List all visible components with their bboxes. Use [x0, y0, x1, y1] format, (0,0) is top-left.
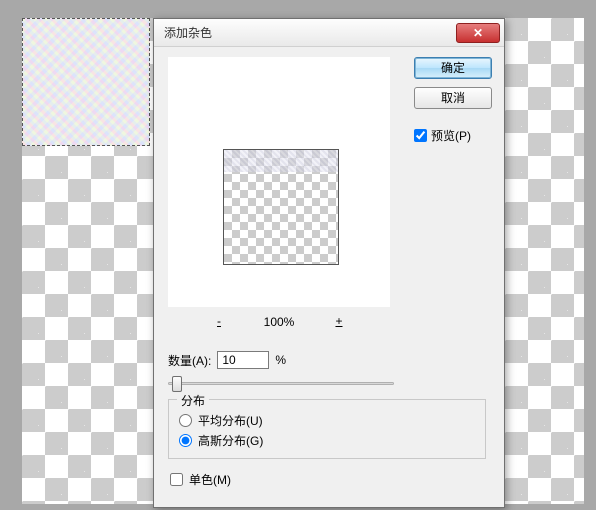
cancel-button[interactable]: 取消 — [414, 87, 492, 109]
preview-thumbnail[interactable] — [223, 149, 339, 265]
preview-checkbox-row[interactable]: 预览(P) — [414, 127, 492, 144]
gaussian-radio-row[interactable]: 高斯分布(G) — [179, 430, 475, 450]
amount-slider[interactable] — [168, 375, 394, 391]
preview-label: 预览(P) — [431, 127, 471, 144]
dialog-body: 确定 取消 预览(P) - 100% + 数量(A): % — [154, 47, 504, 319]
slider-thumb[interactable] — [172, 376, 182, 392]
dialog-titlebar[interactable]: 添加杂色 ✕ — [154, 19, 504, 47]
zoom-controls: - 100% + — [168, 313, 390, 331]
monochromatic-row[interactable]: 单色(M) — [170, 471, 231, 488]
monochromatic-label: 单色(M) — [189, 471, 231, 488]
selection-marquee[interactable] — [22, 18, 150, 146]
uniform-radio[interactable] — [179, 414, 192, 427]
uniform-radio-row[interactable]: 平均分布(U) — [179, 410, 475, 430]
ok-button[interactable]: 确定 — [414, 57, 492, 79]
preview-panel — [168, 57, 390, 307]
zoom-in-button[interactable]: + — [328, 313, 350, 331]
distribution-legend: 分布 — [177, 392, 209, 409]
uniform-label: 平均分布(U) — [198, 412, 263, 429]
add-noise-dialog: 添加杂色 ✕ 确定 取消 预览(P) - 100% + — [153, 18, 505, 508]
gaussian-radio[interactable] — [179, 434, 192, 447]
distribution-fieldset: 分布 平均分布(U) 高斯分布(G) — [168, 399, 486, 459]
dialog-title: 添加杂色 — [164, 24, 212, 41]
close-icon: ✕ — [473, 26, 483, 40]
slider-track — [168, 382, 394, 385]
dialog-sidebar: 确定 取消 预览(P) — [414, 57, 492, 144]
amount-label: 数量(A): — [168, 352, 211, 369]
gaussian-label: 高斯分布(G) — [198, 432, 263, 449]
zoom-out-button[interactable]: - — [208, 313, 230, 331]
monochromatic-checkbox[interactable] — [170, 473, 183, 486]
amount-row: 数量(A): % — [168, 351, 286, 369]
workspace: 添加杂色 ✕ 确定 取消 预览(P) - 100% + — [0, 0, 596, 510]
amount-unit: % — [275, 353, 286, 367]
zoom-value: 100% — [254, 315, 304, 329]
preview-checkbox[interactable] — [414, 129, 427, 142]
amount-input[interactable] — [217, 351, 269, 369]
close-button[interactable]: ✕ — [456, 23, 500, 43]
